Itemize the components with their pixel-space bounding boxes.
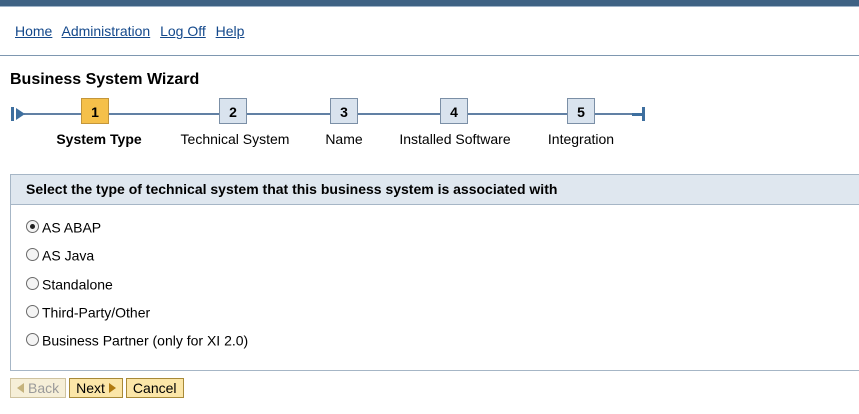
radio-option-third-party[interactable]: Third-Party/Other [26,302,150,320]
nav-link-help[interactable]: Help [216,23,245,39]
radio-button[interactable] [26,247,39,261]
nav-link-administration[interactable]: Administration [61,23,150,39]
step-4-installed-software[interactable]: 4 [440,98,468,124]
step-2-label[interactable]: Technical System [181,131,290,147]
step-5-integration[interactable]: 5 [567,98,595,124]
step-1-label[interactable]: System Type [56,131,141,147]
step-1-system-type[interactable]: 1 [81,98,109,124]
step-2-technical-system[interactable]: 2 [219,98,247,124]
back-button-label: Back [28,380,60,396]
radio-button[interactable] [26,276,39,290]
arrow-right-icon [108,383,116,394]
page-title: Business System Wizard [10,71,200,88]
radio-label[interactable]: Standalone [42,276,113,292]
step-4-label[interactable]: Installed Software [399,131,510,147]
system-type-panel: Select the type of technical system that… [10,174,859,371]
radio-option-as-abap[interactable]: AS ABAP [26,217,101,235]
radio-option-standalone[interactable]: Standalone [26,274,113,292]
nav-link-logoff[interactable]: Log Off [160,23,206,39]
step-3-name[interactable]: 3 [330,98,358,124]
roadmap-end-icon [632,107,645,121]
radio-label[interactable]: AS ABAP [42,219,101,235]
cancel-button[interactable]: Cancel [125,378,184,398]
radio-option-as-java[interactable]: AS Java [26,245,94,263]
wizard-roadmap: 1 2 3 4 5 System Type Technical System N… [0,96,660,147]
back-button[interactable]: Back [10,378,67,398]
roadmap-start-icon [11,107,25,121]
header-divider [0,55,859,56]
next-button[interactable]: Next [69,378,123,398]
radio-label[interactable]: AS Java [42,247,94,263]
top-strip [0,0,859,7]
radio-label[interactable]: Third-Party/Other [42,304,150,320]
radio-option-business-partner[interactable]: Business Partner (only for XI 2.0) [26,330,248,348]
step-5-label[interactable]: Integration [548,131,614,147]
panel-header: Select the type of technical system that… [11,175,859,205]
step-3-label[interactable]: Name [325,131,362,147]
nav-link-home[interactable]: Home [15,23,52,39]
top-navigation: Home Administration Log Off Help [15,23,250,39]
radio-button[interactable] [26,304,39,318]
next-button-label: Next [76,380,105,396]
radio-label[interactable]: Business Partner (only for XI 2.0) [42,332,248,348]
wizard-button-bar: Back Next Cancel [10,378,187,398]
arrow-left-icon [17,383,24,394]
radio-button[interactable] [26,332,39,346]
radio-button-checked[interactable] [26,219,39,233]
